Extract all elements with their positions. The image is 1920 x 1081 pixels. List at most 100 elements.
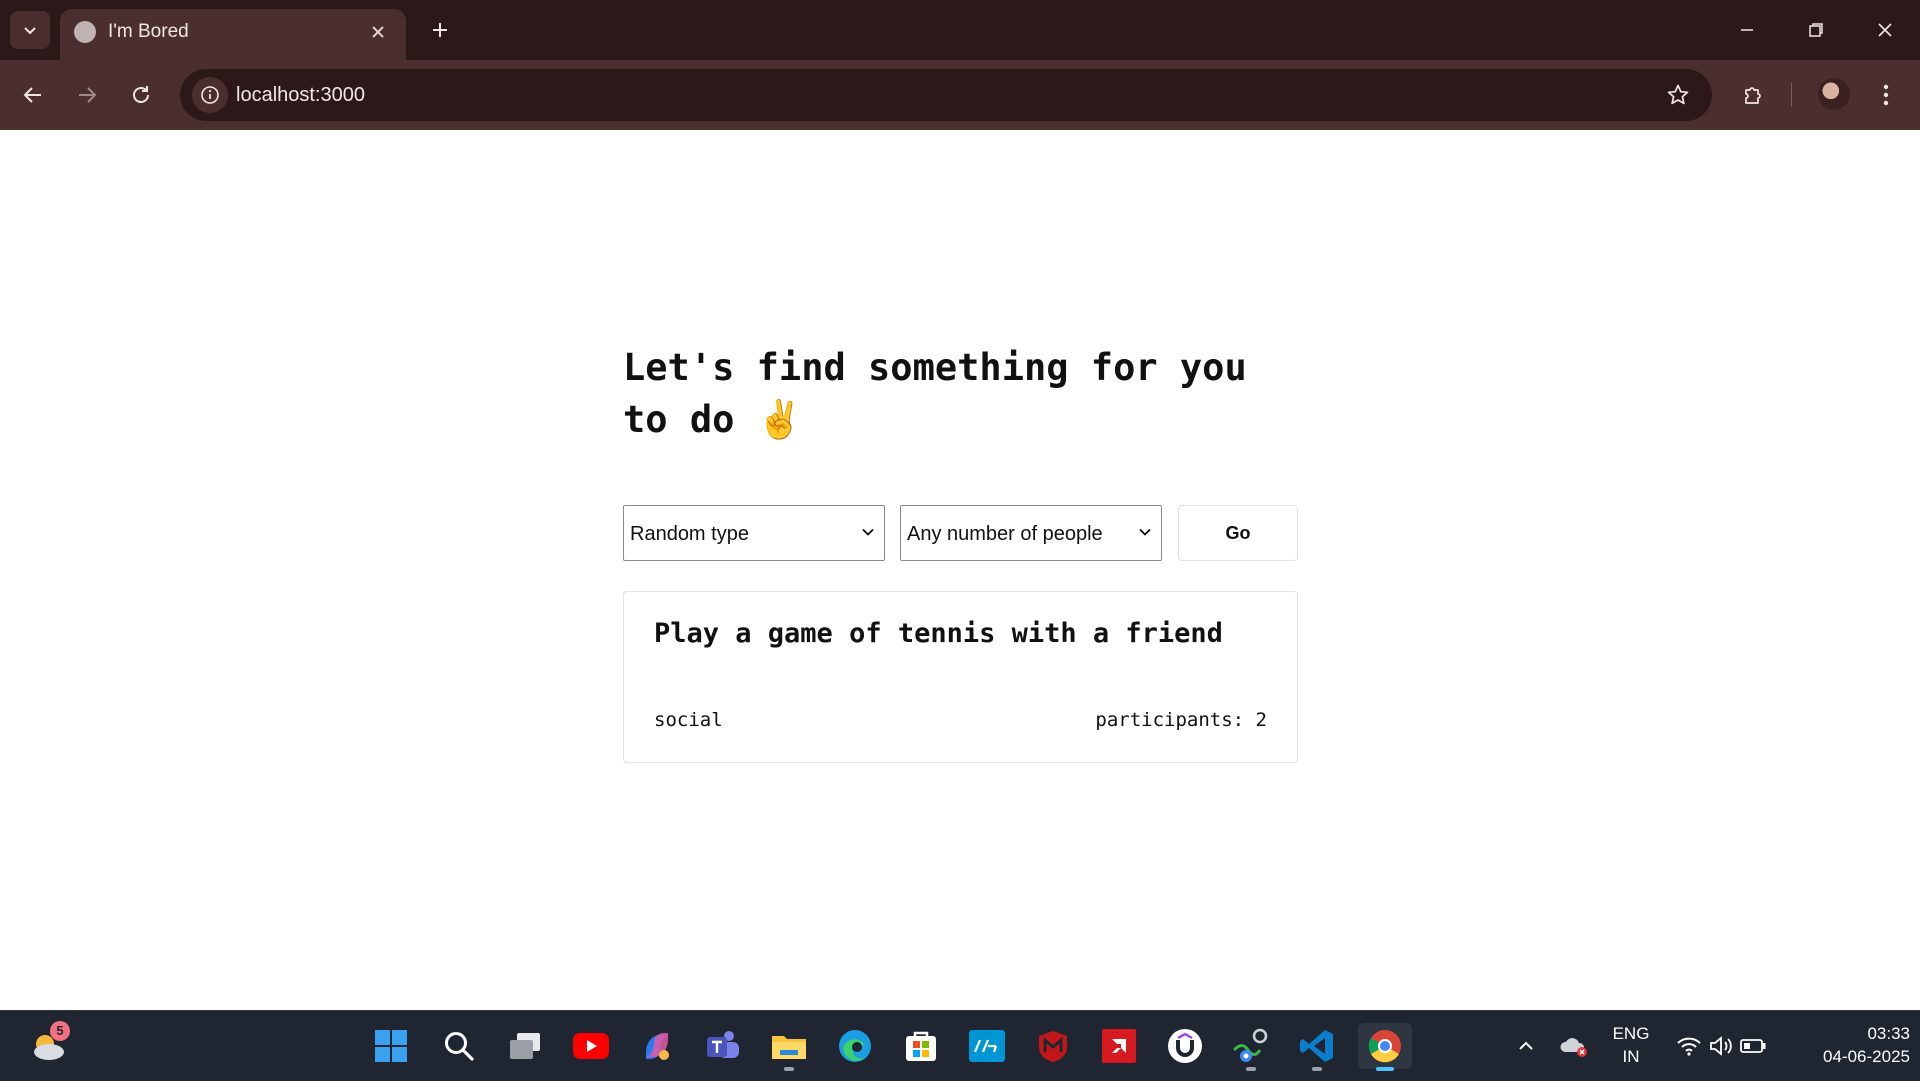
windows-taskbar: 5 ENG IN 03:33 04-06-2025 bbox=[0, 1010, 1920, 1081]
battery-icon bbox=[1740, 1039, 1766, 1053]
chrome-icon bbox=[1368, 1030, 1401, 1063]
taskbar-app-copilot[interactable] bbox=[634, 1023, 680, 1069]
chrome-beta-icon bbox=[1232, 1028, 1268, 1062]
taskbar-app-myhp[interactable] bbox=[964, 1023, 1010, 1069]
site-info-button[interactable] bbox=[192, 77, 228, 113]
udemy-icon bbox=[1168, 1029, 1202, 1063]
edge-icon bbox=[839, 1030, 871, 1062]
task-view-icon bbox=[510, 1033, 540, 1059]
taskbar-app-vscode[interactable] bbox=[1294, 1023, 1340, 1071]
victory-hand-emoji: ✌️ bbox=[756, 398, 803, 441]
taskbar-search-button[interactable] bbox=[436, 1023, 482, 1069]
toolbar-divider bbox=[1791, 83, 1792, 107]
close-icon bbox=[372, 26, 384, 38]
quick-settings-button[interactable] bbox=[1671, 1023, 1771, 1069]
go-button[interactable]: Go bbox=[1178, 505, 1298, 561]
amd-icon bbox=[1102, 1029, 1136, 1063]
taskbar-app-mcafee[interactable] bbox=[1030, 1023, 1076, 1069]
chevron-down-icon bbox=[1139, 528, 1151, 536]
arrow-right-icon bbox=[79, 87, 97, 103]
clock-time[interactable]: 03:33 bbox=[1790, 1023, 1910, 1044]
participants-select[interactable]: Any number of people bbox=[900, 505, 1162, 561]
file-explorer-icon bbox=[772, 1036, 806, 1059]
close-icon bbox=[1878, 23, 1892, 37]
copilot-icon bbox=[646, 1033, 669, 1060]
wifi-icon bbox=[1677, 1037, 1701, 1056]
reload-button[interactable] bbox=[120, 74, 162, 116]
microsoft-store-icon bbox=[906, 1031, 936, 1061]
restore-button[interactable] bbox=[1783, 0, 1849, 60]
forward-button[interactable] bbox=[66, 74, 108, 116]
activity-type-select[interactable]: Random type bbox=[623, 505, 885, 561]
participants-info: participants: 2 bbox=[1095, 708, 1267, 732]
activity-title: Play a game of tennis with a friend bbox=[654, 618, 1223, 649]
region-indicator[interactable]: IN bbox=[1603, 1046, 1659, 1067]
myhp-icon bbox=[969, 1030, 1005, 1062]
new-tab-button[interactable] bbox=[422, 12, 458, 48]
youtube-icon bbox=[573, 1033, 609, 1059]
clock-date[interactable]: 04-06-2025 bbox=[1790, 1046, 1910, 1067]
activity-result-card: Play a game of tennis with a friend soci… bbox=[623, 591, 1298, 763]
windows-start-icon bbox=[375, 1030, 407, 1062]
volume-icon bbox=[1710, 1036, 1732, 1056]
taskbar-app-udemy[interactable] bbox=[1162, 1023, 1208, 1069]
bookmark-button[interactable] bbox=[1662, 79, 1694, 111]
taskbar-app-chrome[interactable] bbox=[1358, 1023, 1412, 1071]
browser-toolbar: localhost:3000 bbox=[0, 60, 1920, 130]
minimize-button[interactable] bbox=[1714, 0, 1780, 60]
browser-tab[interactable]: I'm Bored bbox=[60, 9, 406, 60]
address-bar[interactable]: localhost:3000 bbox=[180, 69, 1712, 121]
chevron-down-icon bbox=[862, 528, 874, 536]
close-window-button[interactable] bbox=[1852, 0, 1918, 60]
activity-type-label: social bbox=[654, 709, 723, 731]
participants-select-value: Any number of people bbox=[907, 523, 1103, 545]
browser-tab-strip: I'm Bored bbox=[0, 0, 1920, 60]
weather-widget[interactable]: 5 bbox=[26, 1021, 72, 1069]
page-content: Let's find something for you to do ✌️ Ra… bbox=[0, 130, 1920, 1010]
participants-label: participants: bbox=[1095, 709, 1245, 731]
tab-title: I'm Bored bbox=[108, 21, 189, 42]
mcafee-icon bbox=[1039, 1031, 1067, 1062]
star-icon bbox=[1667, 84, 1689, 105]
vscode-icon bbox=[1300, 1030, 1333, 1062]
running-indicator bbox=[784, 1067, 794, 1071]
show-hidden-icons-button[interactable] bbox=[1503, 1023, 1549, 1069]
taskbar-app-microsoft-store[interactable] bbox=[898, 1023, 944, 1069]
participants-count: 2 bbox=[1255, 709, 1267, 731]
profile-avatar[interactable] bbox=[1818, 78, 1850, 110]
chevron-up-icon bbox=[1519, 1041, 1533, 1050]
browser-menu-button[interactable] bbox=[1865, 74, 1907, 116]
onedrive-tray-button[interactable] bbox=[1551, 1023, 1597, 1069]
url-text[interactable]: localhost:3000 bbox=[236, 83, 365, 107]
tab-close-button[interactable] bbox=[364, 18, 392, 46]
notification-badge: 5 bbox=[50, 1021, 70, 1041]
language-indicator[interactable]: ENG bbox=[1603, 1023, 1659, 1044]
page-heading: Let's find something for you to do ✌️ bbox=[623, 342, 1313, 446]
taskbar-app-youtube[interactable] bbox=[568, 1023, 614, 1069]
tab-search-button[interactable] bbox=[10, 11, 50, 49]
extensions-button[interactable] bbox=[1733, 74, 1775, 116]
taskbar-app-edge[interactable] bbox=[832, 1023, 878, 1069]
start-button[interactable] bbox=[368, 1023, 414, 1069]
arrow-left-icon bbox=[23, 87, 41, 103]
back-button[interactable] bbox=[12, 74, 54, 116]
running-indicator bbox=[1246, 1067, 1256, 1071]
taskbar-app-teams[interactable] bbox=[700, 1023, 746, 1069]
heading-text: Let's find something for you to do bbox=[623, 346, 1247, 441]
task-view-button[interactable] bbox=[502, 1023, 548, 1069]
puzzle-icon bbox=[1745, 87, 1761, 104]
chevron-down-icon bbox=[24, 27, 36, 35]
search-icon bbox=[445, 1032, 474, 1061]
running-indicator bbox=[1312, 1067, 1322, 1071]
kebab-menu-icon bbox=[1883, 84, 1889, 106]
taskbar-app-file-explorer[interactable] bbox=[766, 1023, 812, 1071]
globe-icon bbox=[74, 21, 96, 43]
plus-icon bbox=[433, 23, 447, 37]
restore-icon bbox=[1809, 23, 1823, 37]
taskbar-app-amd[interactable] bbox=[1096, 1023, 1142, 1069]
taskbar-app-chrome-beta[interactable] bbox=[1228, 1023, 1274, 1071]
info-icon bbox=[201, 86, 219, 104]
activity-type-select-value: Random type bbox=[630, 523, 749, 545]
reload-icon bbox=[133, 86, 149, 103]
active-app-indicator bbox=[1376, 1067, 1394, 1071]
